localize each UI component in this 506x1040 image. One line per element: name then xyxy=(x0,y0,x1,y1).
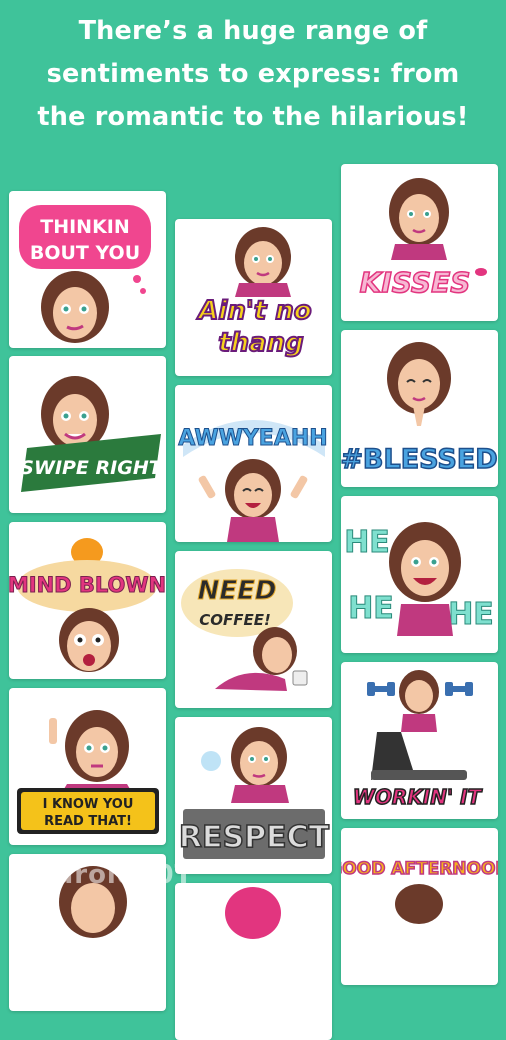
sticker-art: NEED COFFEE! xyxy=(181,569,308,691)
sticker-partial-bottom-left[interactable] xyxy=(9,854,166,1011)
sticker-text-line-1: KISSES xyxy=(360,266,471,299)
sticker-thinkin-bout-you[interactable]: THINKIN BOUT YOU xyxy=(9,191,166,348)
sticker-text-line-2: BOUT YOU xyxy=(30,242,140,264)
sticker-art: #BLESSED xyxy=(341,342,498,476)
sticker-art: MIND BLOWN xyxy=(9,538,166,672)
sticker-swipe-right[interactable]: SWIPE RIGHT xyxy=(9,356,166,513)
sticker-text-line-2: thang xyxy=(218,328,304,358)
sticker-art: THINKIN BOUT YOU xyxy=(19,205,151,343)
sticker-text-line-1: WORKIN' IT xyxy=(353,785,483,809)
sticker-awwyeahh[interactable]: AWWYEAHH xyxy=(175,385,332,542)
sticker-text-line-1: Ain't no xyxy=(196,296,311,326)
sticker-art: GOOD AFTERNOON xyxy=(341,858,498,924)
sticker-mind-blown[interactable]: MIND BLOWN xyxy=(9,522,166,679)
sticker-good-afternoon[interactable]: GOOD AFTERNOON xyxy=(341,828,498,985)
sticker-art: RESPECT xyxy=(178,727,330,859)
sticker-art: HE HE HE xyxy=(344,522,494,636)
sticker-i-know-you-read-that[interactable]: I KNOW YOU READ THAT! xyxy=(9,688,166,845)
sticker-art xyxy=(225,887,281,939)
sticker-text-line-1: #BLESSED xyxy=(341,444,498,475)
sticker-text-line-3: HE xyxy=(448,597,494,632)
sticker-text-line-2: HE xyxy=(348,591,394,626)
sticker-art: AWWYEAHH xyxy=(178,420,328,542)
headline: There’s a huge range of sentiments to ex… xyxy=(0,10,506,139)
sticker-text-line-1: I KNOW YOU xyxy=(43,797,134,812)
sticker-respect[interactable]: RESPECT xyxy=(175,717,332,874)
sticker-text-line-2: READ THAT! xyxy=(44,814,132,829)
headline-line-3: the romantic to the hilarious! xyxy=(37,102,469,132)
sticker-art: KISSES xyxy=(359,178,487,300)
sticker-workin-it[interactable]: WORKIN' IT xyxy=(341,662,498,819)
sticker-kisses[interactable]: KISSES xyxy=(341,164,498,321)
sticker-text-line-1: MIND BLOWN xyxy=(9,573,166,597)
sticker-partial-bottom-middle[interactable] xyxy=(175,883,332,1040)
sticker-he-he-he[interactable]: HE HE HE xyxy=(341,496,498,653)
sticker-art: SWIPE RIGHT xyxy=(20,376,164,492)
sticker-blessed[interactable]: #BLESSED xyxy=(341,330,498,487)
sticker-text-line-1: THINKIN xyxy=(40,216,130,238)
sticker-art: I KNOW YOU READ THAT! xyxy=(17,710,159,834)
sticker-art xyxy=(59,866,127,938)
sticker-text-line-1: SWIPE RIGHT xyxy=(20,457,163,479)
sticker-text-line-1: HE xyxy=(344,525,390,560)
sticker-art: WORKIN' IT xyxy=(352,670,483,810)
sticker-art: Ain't no thang xyxy=(195,227,313,359)
headline-line-1: There’s a huge range of xyxy=(78,16,428,46)
sticker-need-coffee[interactable]: NEED COFFEE! xyxy=(175,551,332,708)
sticker-text-line-1: AWWYEAHH xyxy=(178,426,327,451)
sticker-text-line-1: NEED xyxy=(198,576,277,606)
sticker-text-line-2: COFFEE! xyxy=(199,611,271,629)
sticker-aint-no-thang[interactable]: Ain't no thang xyxy=(175,219,332,376)
sticker-text-line-1: GOOD AFTERNOON xyxy=(341,859,498,879)
sticker-text-line-1: RESPECT xyxy=(179,820,330,855)
headline-line-2: sentiments to express: from xyxy=(46,59,460,89)
